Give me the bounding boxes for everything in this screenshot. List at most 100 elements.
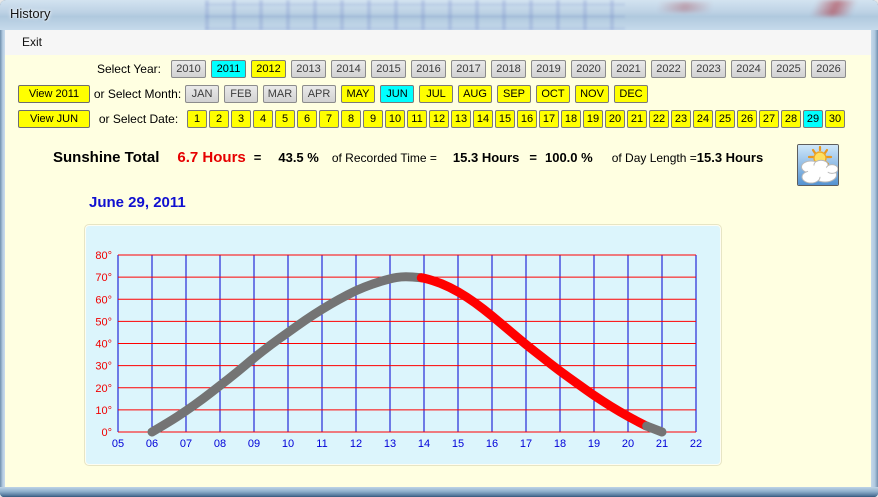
year-button-2020[interactable]: 2020	[571, 60, 606, 78]
weather-icon-graphic	[798, 145, 838, 185]
date-button-28[interactable]: 28	[781, 110, 801, 128]
date-button-2[interactable]: 2	[209, 110, 229, 128]
date-button-24[interactable]: 24	[693, 110, 713, 128]
x-axis-tick-label: 05	[112, 438, 124, 450]
date-button-16[interactable]: 16	[517, 110, 537, 128]
summary-item-15-3-hours: 15.3 Hours	[696, 150, 764, 165]
month-button-may[interactable]: MAY	[341, 85, 375, 103]
glass-blur-red-decoration	[788, 0, 878, 16]
date-button-9[interactable]: 9	[363, 110, 383, 128]
date-button-13[interactable]: 13	[451, 110, 471, 128]
year-button-2019[interactable]: 2019	[531, 60, 566, 78]
curve-segment-no-sunshine-morning	[147, 272, 426, 437]
date-button-22[interactable]: 22	[649, 110, 669, 128]
y-axis-tick-label: 20°	[95, 383, 112, 395]
date-button-1[interactable]: 1	[187, 110, 207, 128]
month-button-sep[interactable]: SEP	[497, 85, 531, 103]
year-button-2010[interactable]: 2010	[171, 60, 206, 78]
month-button-jan[interactable]: JAN	[185, 85, 219, 103]
month-button-mar[interactable]: MAR	[263, 85, 297, 103]
date-button-29[interactable]: 29	[803, 110, 823, 128]
date-button-19[interactable]: 19	[583, 110, 603, 128]
date-button-21[interactable]: 21	[627, 110, 647, 128]
month-button-jun[interactable]: JUN	[380, 85, 414, 103]
year-button-2014[interactable]: 2014	[331, 60, 366, 78]
main-content: Select Year: 2010 2011 2012 2013 2014 2015 201…	[5, 55, 871, 487]
date-button-5[interactable]: 5	[275, 110, 295, 128]
date-button-7[interactable]: 7	[319, 110, 339, 128]
x-axis-tick-label: 13	[384, 438, 396, 450]
curve-segment-no-sunshine-evening	[642, 421, 667, 437]
year-button-2012[interactable]: 2012	[251, 60, 286, 78]
year-button-2013[interactable]: 2013	[291, 60, 326, 78]
month-buttons: JAN FEB MAR APR MAY JUN JUL AUG SEP OCT NOV DEC	[185, 85, 653, 103]
x-axis-tick-label: 08	[214, 438, 226, 450]
date-button-6[interactable]: 6	[297, 110, 317, 128]
summary-item-100-0-: 100.0 %	[544, 150, 593, 165]
month-button-jul[interactable]: JUL	[419, 85, 453, 103]
summary-item-15-3-hours: 15.3 Hours	[452, 150, 520, 165]
summary-item-43-5-: 43.5 %	[278, 150, 319, 165]
date-button-11[interactable]: 11	[407, 110, 427, 128]
summary-item-of-recorded-time-: of Recorded Time =	[331, 151, 437, 165]
x-axis-tick-label: 20	[622, 438, 634, 450]
select-month-label: or Select Month:	[93, 87, 182, 101]
x-axis-tick-label: 21	[656, 438, 668, 450]
month-button-dec[interactable]: DEC	[614, 85, 648, 103]
date-button-10[interactable]: 10	[385, 110, 405, 128]
sunshine-summary-row: Sunshine Total 6.7 Hours = 43.5 % of Recorde…	[25, 149, 763, 166]
x-axis-tick-label: 22	[690, 438, 702, 450]
date-button-4[interactable]: 4	[253, 110, 273, 128]
window-border-right	[871, 30, 878, 487]
view-month-button[interactable]: View JUN	[18, 110, 90, 128]
month-button-aug[interactable]: AUG	[458, 85, 492, 103]
year-button-2021[interactable]: 2021	[611, 60, 646, 78]
year-button-2015[interactable]: 2015	[371, 60, 406, 78]
month-button-apr[interactable]: APR	[302, 85, 336, 103]
year-button-2022[interactable]: 2022	[651, 60, 686, 78]
x-axis-tick-label: 09	[248, 438, 260, 450]
menu-item-exit[interactable]: Exit	[22, 35, 42, 49]
month-button-nov[interactable]: NOV	[575, 85, 609, 103]
x-axis-tick-label: 19	[588, 438, 600, 450]
glass-blur-decoration	[205, 0, 625, 30]
date-button-26[interactable]: 26	[737, 110, 757, 128]
year-button-2018[interactable]: 2018	[491, 60, 526, 78]
date-button-8[interactable]: 8	[341, 110, 361, 128]
menu-bar: Exit	[5, 30, 871, 56]
year-button-2025[interactable]: 2025	[771, 60, 806, 78]
date-button-25[interactable]: 25	[715, 110, 735, 128]
year-buttons: 2010 2011 2012 2013 2014 2015 2016 2017 2018 2019…	[171, 60, 851, 78]
glass-blur-red-decoration	[640, 2, 730, 12]
x-axis-tick-label: 12	[350, 438, 362, 450]
year-button-2024[interactable]: 2024	[731, 60, 766, 78]
date-button-30[interactable]: 30	[825, 110, 845, 128]
y-axis-tick-label: 10°	[95, 405, 112, 417]
date-button-18[interactable]: 18	[561, 110, 581, 128]
view-year-button[interactable]: View 2011	[18, 85, 90, 103]
x-axis-tick-label: 15	[452, 438, 464, 450]
date-button-17[interactable]: 17	[539, 110, 559, 128]
year-button-2016[interactable]: 2016	[411, 60, 446, 78]
title-bar[interactable]: History	[0, 0, 878, 30]
year-button-2011[interactable]: 2011	[211, 60, 246, 78]
date-button-14[interactable]: 14	[473, 110, 493, 128]
summary-item--: =	[253, 150, 262, 165]
date-button-12[interactable]: 12	[429, 110, 449, 128]
month-button-feb[interactable]: FEB	[224, 85, 258, 103]
history-window: History Exit Select Year: 2010 2011 2012 20…	[0, 0, 878, 497]
y-axis-tick-label: 70°	[95, 272, 112, 284]
y-axis-tick-label: 80°	[95, 250, 112, 262]
date-button-15[interactable]: 15	[495, 110, 515, 128]
date-button-3[interactable]: 3	[231, 110, 251, 128]
date-button-27[interactable]: 27	[759, 110, 779, 128]
year-button-2017[interactable]: 2017	[451, 60, 486, 78]
month-button-oct[interactable]: OCT	[536, 85, 570, 103]
sun-behind-clouds-icon[interactable]	[797, 144, 839, 186]
x-axis-tick-label: 14	[418, 438, 430, 450]
date-button-20[interactable]: 20	[605, 110, 625, 128]
year-button-2023[interactable]: 2023	[691, 60, 726, 78]
date-button-23[interactable]: 23	[671, 110, 691, 128]
year-button-2026[interactable]: 2026	[811, 60, 846, 78]
y-axis-tick-label: 40°	[95, 339, 112, 351]
